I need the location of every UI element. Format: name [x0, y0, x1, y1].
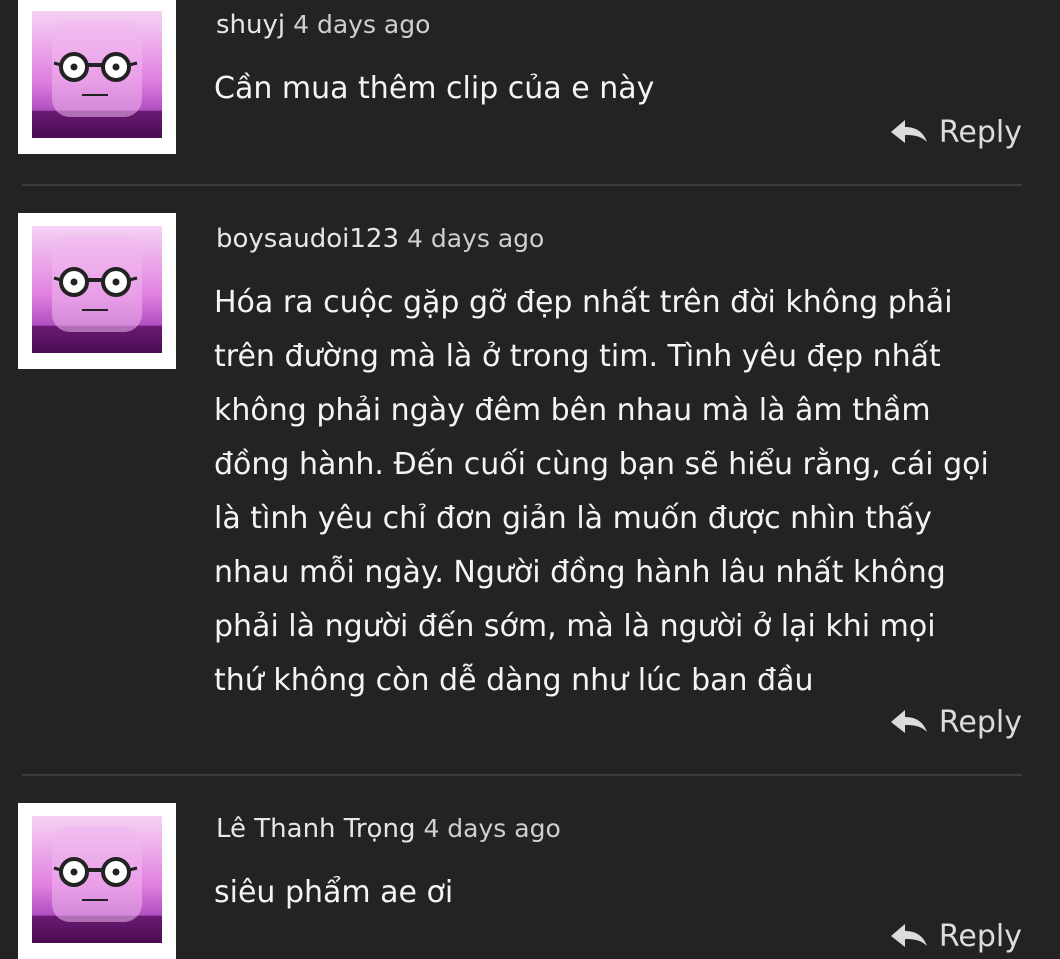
comment-timestamp: 4 days ago	[423, 814, 561, 843]
reply-arrow-icon	[890, 710, 927, 733]
glasses-face-avatar-icon	[32, 226, 162, 353]
avatar[interactable]	[18, 0, 176, 154]
reply-arrow-icon	[890, 120, 927, 143]
glasses-face-avatar-icon	[32, 11, 162, 138]
comment-author[interactable]: Lê Thanh Trọng	[216, 814, 415, 844]
comment-text: Hóa ra cuộc gặp gỡ đẹp nhất trên đời khô…	[214, 285, 989, 698]
comment-timestamp: 4 days ago	[293, 10, 431, 39]
reply-button[interactable]: Reply	[889, 112, 1022, 152]
divider	[22, 774, 1022, 776]
reply-label: Reply	[938, 704, 1022, 740]
glasses-face-avatar-icon	[32, 816, 162, 943]
comment-text: siêu phẩm ae ơi	[214, 875, 454, 910]
comment-author[interactable]: boysaudoi123	[216, 224, 399, 254]
comment-author[interactable]: shuyj	[216, 10, 285, 40]
avatar[interactable]	[18, 213, 176, 369]
comment-timestamp: 4 days ago	[407, 224, 545, 253]
divider	[22, 184, 1022, 186]
reply-label: Reply	[938, 114, 1022, 150]
reply-button[interactable]: Reply	[889, 702, 1022, 742]
reply-arrow-icon	[890, 924, 927, 947]
comment-text: Cần mua thêm clip của e này	[214, 71, 655, 106]
reply-button[interactable]: Reply	[889, 916, 1022, 956]
reply-label: Reply	[938, 918, 1022, 954]
avatar[interactable]	[18, 803, 176, 959]
